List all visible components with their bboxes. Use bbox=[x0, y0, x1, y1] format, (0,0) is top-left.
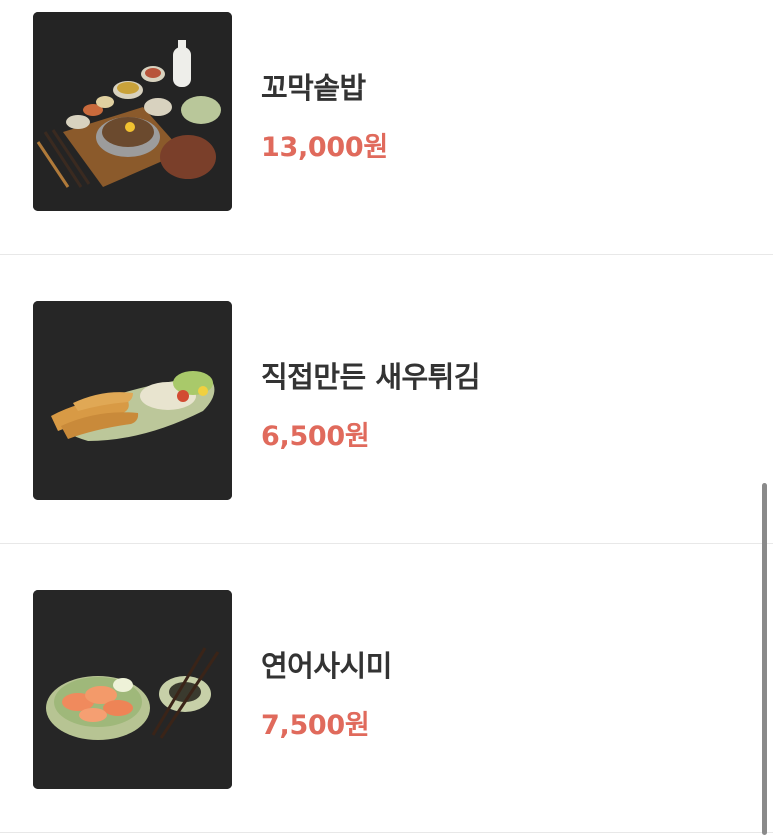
menu-item[interactable]: 직접만든 새우튀김 6,500원 bbox=[0, 256, 773, 544]
fried-shrimp-photo bbox=[33, 301, 232, 500]
menu-item-name: 연어사시미 bbox=[261, 649, 392, 683]
menu-list: 꼬막솥밥 13,000원 직접만든 새우튀김 6,500원 연어사시미 7,50… bbox=[0, 0, 773, 835]
menu-item[interactable]: 연어사시미 7,500원 bbox=[0, 545, 773, 833]
menu-item-image[interactable] bbox=[33, 301, 232, 500]
menu-item-price: 13,000원 bbox=[261, 132, 388, 163]
menu-item-price: 6,500원 bbox=[261, 421, 370, 452]
menu-item-name: 꼬막솥밥 bbox=[261, 71, 366, 105]
menu-item-price: 7,500원 bbox=[261, 710, 370, 741]
menu-item[interactable]: 꼬막솥밥 13,000원 bbox=[0, 0, 773, 255]
menu-item-image[interactable] bbox=[33, 590, 232, 789]
menu-item-name: 직접만든 새우튀김 bbox=[261, 360, 481, 394]
vertical-scrollbar[interactable] bbox=[762, 483, 767, 835]
menu-item-image[interactable] bbox=[33, 12, 232, 211]
salmon-sashimi-photo bbox=[33, 590, 232, 789]
bibimbap-set-photo bbox=[33, 12, 232, 211]
